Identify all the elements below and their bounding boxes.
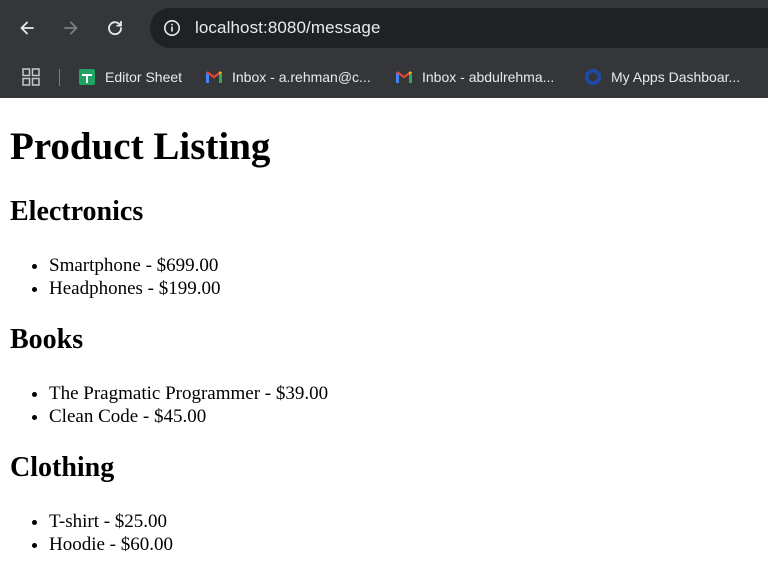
category-heading-clothing: Clothing — [10, 452, 115, 483]
url-text[interactable]: localhost:8080/message — [195, 18, 381, 38]
forward-button[interactable] — [55, 12, 87, 44]
product-list-clothing: T-shirt - $25.00 Hoodie - $60.00 — [0, 510, 173, 556]
category-heading-books: Books — [10, 324, 84, 355]
reload-icon — [108, 20, 122, 36]
bookmark-label: Inbox - a.rehman@c... — [232, 69, 371, 85]
sheets-icon — [78, 68, 96, 86]
list-item: The Pragmatic Programmer - $39.00 — [49, 382, 328, 405]
bookmark-inbox-2[interactable]: Inbox - abdulrehma... — [395, 65, 554, 89]
list-item: Smartphone - $699.00 — [49, 254, 221, 277]
page-title: Product Listing — [10, 125, 271, 168]
gmail-icon — [395, 68, 413, 86]
product-list-electronics: Smartphone - $699.00 Headphones - $199.0… — [0, 254, 221, 300]
list-item: Hoodie - $60.00 — [49, 533, 173, 556]
address-bar[interactable]: localhost:8080/message — [150, 8, 768, 48]
reload-button[interactable] — [99, 12, 131, 44]
bookmark-label: Inbox - abdulrehma... — [422, 69, 555, 85]
list-item: Headphones - $199.00 — [49, 277, 221, 300]
category-heading-electronics: Electronics — [10, 196, 144, 227]
browser-chrome: localhost:8080/message Editor Sheet Inbo… — [0, 0, 768, 98]
arrow-left-icon — [20, 21, 34, 35]
gmail-icon — [205, 68, 223, 86]
bookmark-editor-sheet[interactable]: Editor Sheet — [78, 65, 182, 89]
page-content: Product Listing Electronics Smartphone -… — [0, 98, 768, 583]
bookmark-inbox-1[interactable]: Inbox - a.rehman@c... — [205, 65, 371, 89]
bookmark-label: Editor Sheet — [105, 69, 183, 85]
site-info-button[interactable] — [154, 10, 190, 46]
list-item: T-shirt - $25.00 — [49, 510, 173, 533]
bookmarks-bar: Editor Sheet Inbox - a.rehman@c... Inbox… — [0, 56, 768, 98]
bookmark-label: My Apps Dashboar... — [611, 69, 741, 85]
apps-button[interactable] — [22, 68, 40, 86]
browser-toolbar: localhost:8080/message — [0, 0, 768, 56]
arrow-right-icon — [64, 21, 78, 35]
okta-icon — [584, 68, 602, 86]
info-icon — [164, 20, 180, 36]
product-list-books: The Pragmatic Programmer - $39.00 Clean … — [0, 382, 328, 428]
apps-grid-icon — [22, 68, 40, 86]
bookmark-my-apps-dashboard[interactable]: My Apps Dashboar... — [584, 65, 740, 89]
back-button[interactable] — [11, 12, 43, 44]
bookmarks-separator — [59, 69, 60, 86]
list-item: Clean Code - $45.00 — [49, 405, 328, 428]
